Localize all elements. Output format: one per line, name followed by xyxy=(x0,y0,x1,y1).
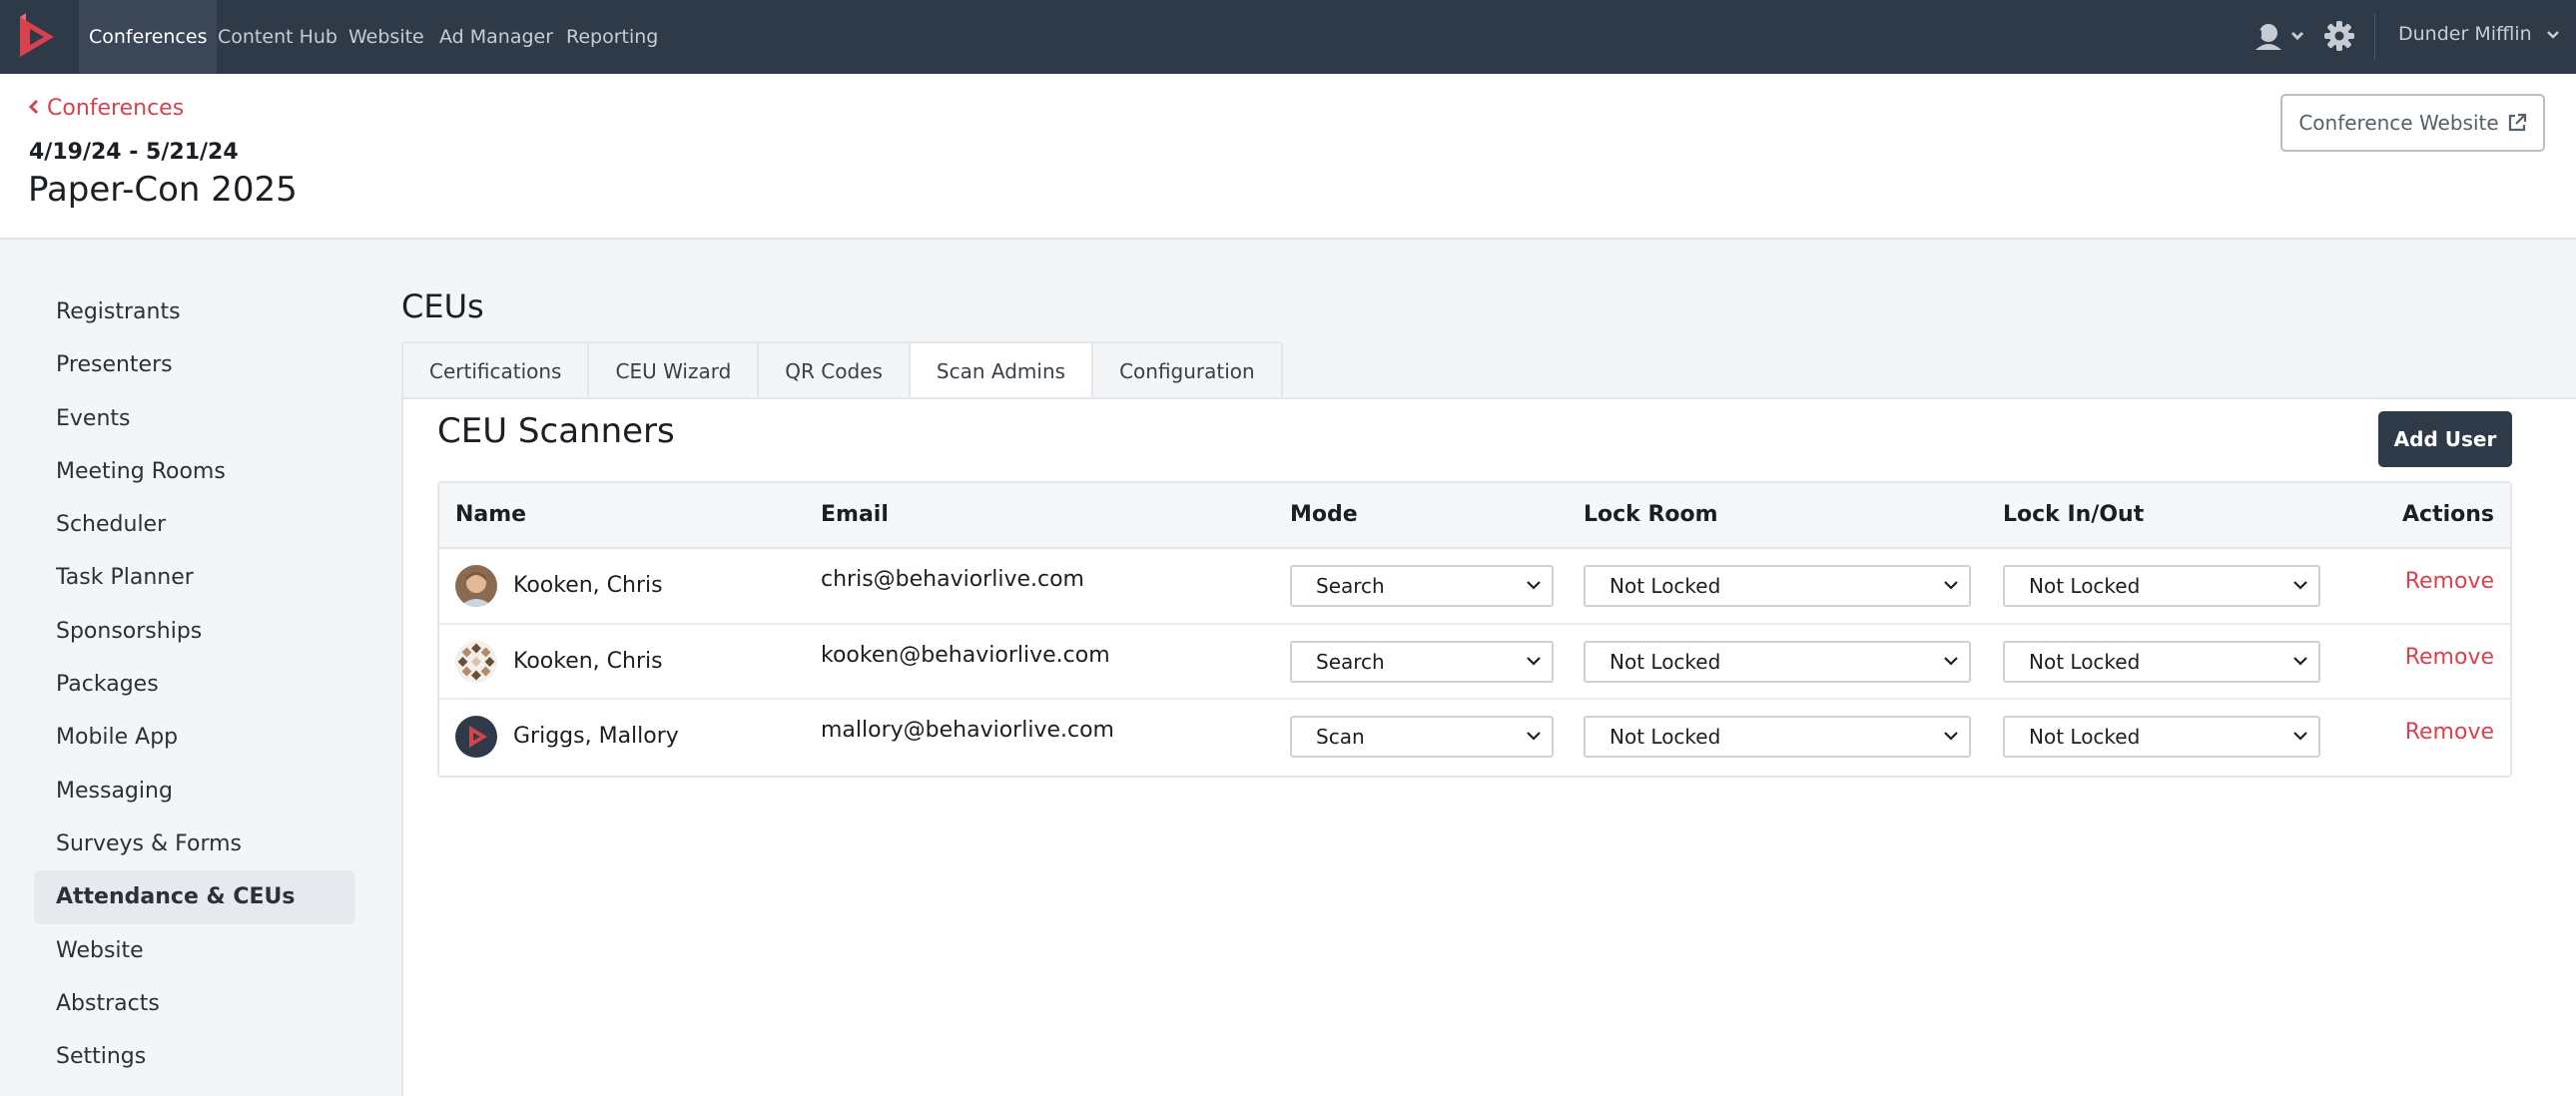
chevron-down-icon xyxy=(1527,656,1541,666)
lock-inout-select[interactable]: Not Locked xyxy=(2003,640,2320,683)
mode-select-value: Search xyxy=(1316,649,1385,674)
tab-configuration[interactable]: Configuration xyxy=(1091,341,1283,399)
conference-website-label: Conference Website xyxy=(2298,111,2499,135)
gear-icon[interactable] xyxy=(2322,19,2356,53)
chevron-down-icon xyxy=(1944,581,1958,590)
top-nav: Conferences Content Hub Website Ad Manag… xyxy=(0,0,2576,74)
column-header-mode[interactable]: Mode xyxy=(1290,483,1358,547)
sidebar-item-mobile-app[interactable]: Mobile App xyxy=(34,711,355,764)
cell-name: Griggs, Mallory xyxy=(513,724,679,749)
sidebar-item-sponsorships[interactable]: Sponsorships xyxy=(34,605,355,658)
avatar xyxy=(455,640,497,683)
lock-inout-select[interactable]: Not Locked xyxy=(2003,565,2320,607)
sidebar-item-task-planner[interactable]: Task Planner xyxy=(34,551,355,604)
scanners-table: Name Email Mode Lock Room Lock In/Out Ac… xyxy=(437,481,2512,778)
table-row: Kooken, Chris chris@behaviorlive.com Sea… xyxy=(439,549,2510,625)
remove-button[interactable]: Remove xyxy=(2405,549,2494,615)
lock-room-select[interactable]: Not Locked xyxy=(1584,565,1971,607)
lock-room-select-value: Not Locked xyxy=(1610,725,1721,749)
column-header-email[interactable]: Email xyxy=(821,483,889,547)
sidebar-item-abstracts[interactable]: Abstracts xyxy=(34,977,355,1030)
column-header-name[interactable]: Name xyxy=(455,483,526,547)
mode-select-value: Scan xyxy=(1316,725,1365,749)
chevron-down-icon xyxy=(1944,732,1958,741)
mode-select-value: Search xyxy=(1316,574,1385,598)
cell-email: kooken@behaviorlive.com xyxy=(821,642,1110,668)
tab-scan-admins[interactable]: Scan Admins xyxy=(908,341,1092,399)
tab-ceu-wizard[interactable]: CEU Wizard xyxy=(587,341,758,399)
lock-inout-select[interactable]: Not Locked xyxy=(2003,716,2320,758)
column-header-lock-inout[interactable]: Lock In/Out xyxy=(2003,483,2144,547)
sidebar-item-settings[interactable]: Settings xyxy=(34,1030,355,1083)
nav-ad-manager[interactable]: Ad Manager xyxy=(439,0,553,74)
conference-website-button[interactable]: Conference Website xyxy=(2280,94,2545,152)
chevron-down-icon xyxy=(1944,656,1958,666)
chevron-down-icon xyxy=(2293,581,2307,590)
table-header: Name Email Mode Lock Room Lock In/Out Ac… xyxy=(439,483,2510,549)
page-title: Paper-Con 2025 xyxy=(28,170,298,210)
section-title: CEUs xyxy=(401,287,484,325)
back-link-label: Conferences xyxy=(47,96,185,121)
lock-room-select-value: Not Locked xyxy=(1610,574,1721,598)
external-link-icon xyxy=(2508,113,2526,132)
sidebar-item-scheduler[interactable]: Scheduler xyxy=(34,498,355,551)
sidebar-item-messaging[interactable]: Messaging xyxy=(34,765,355,818)
tab-certifications[interactable]: Certifications xyxy=(401,341,588,399)
chevron-left-icon xyxy=(28,99,39,115)
tab-qr-codes[interactable]: QR Codes xyxy=(757,341,909,399)
sidebar-item-events[interactable]: Events xyxy=(34,392,355,445)
user-menu[interactable]: Dunder Mifflin xyxy=(2398,0,2560,68)
lock-inout-select-value: Not Locked xyxy=(2029,649,2141,674)
lock-inout-select-value: Not Locked xyxy=(2029,574,2141,598)
sidebar-item-registrants[interactable]: Registrants xyxy=(34,285,355,338)
nav-conferences[interactable]: Conferences xyxy=(79,0,218,74)
sidebar-item-packages[interactable]: Packages xyxy=(34,658,355,711)
cell-email: chris@behaviorlive.com xyxy=(821,567,1084,592)
sidebar-item-presenters[interactable]: Presenters xyxy=(34,338,355,391)
avatar xyxy=(455,716,497,758)
table-row: Kooken, Chris kooken@behaviorlive.com Se… xyxy=(439,625,2510,700)
ceu-tabs: Certifications CEU Wizard QR Codes Scan … xyxy=(401,341,1283,399)
user-name: Dunder Mifflin xyxy=(2398,23,2532,45)
lock-inout-select-value: Not Locked xyxy=(2029,725,2141,749)
mode-select[interactable]: Search xyxy=(1290,640,1554,683)
column-header-actions: Actions xyxy=(2402,502,2494,527)
nav-content-hub[interactable]: Content Hub xyxy=(218,0,337,74)
chevron-down-icon xyxy=(2293,732,2307,741)
mode-select[interactable]: Scan xyxy=(1290,716,1554,758)
lock-room-select-value: Not Locked xyxy=(1610,649,1721,674)
back-to-conferences-link[interactable]: Conferences xyxy=(28,96,184,121)
remove-button[interactable]: Remove xyxy=(2405,625,2494,691)
column-header-lock-room[interactable]: Lock Room xyxy=(1584,483,1718,547)
nav-divider xyxy=(2374,14,2375,60)
sidebar-nav: Registrants Presenters Events Meeting Ro… xyxy=(34,285,355,1083)
chevron-down-icon xyxy=(2546,31,2559,39)
sidebar-item-attendance-ceus[interactable]: Attendance & CEUs xyxy=(34,870,355,924)
sidebar-item-website[interactable]: Website xyxy=(34,924,355,977)
add-user-button[interactable]: Add User xyxy=(2378,411,2512,467)
chevron-down-icon xyxy=(2293,656,2307,666)
sidebar-item-meeting-rooms[interactable]: Meeting Rooms xyxy=(34,445,355,498)
cell-name: Kooken, Chris xyxy=(513,573,663,598)
support-agent-icon[interactable] xyxy=(2253,20,2306,52)
cell-email: mallory@behaviorlive.com xyxy=(821,718,1114,743)
avatar xyxy=(455,565,497,607)
mode-select[interactable]: Search xyxy=(1290,565,1554,607)
conference-date-range: 4/19/24 - 5/21/24 xyxy=(29,140,239,165)
panel-title: CEU Scanners xyxy=(437,411,675,451)
lock-room-select[interactable]: Not Locked xyxy=(1584,716,1971,758)
scan-admins-panel: CEU Scanners Add User Name Email Mode Lo… xyxy=(401,397,2576,1096)
table-row: Griggs, Mallory mallory@behaviorlive.com… xyxy=(439,700,2510,776)
sidebar-item-surveys-forms[interactable]: Surveys & Forms xyxy=(34,818,355,870)
chevron-down-icon xyxy=(1527,732,1541,741)
page-header: Conferences 4/19/24 - 5/21/24 Paper-Con … xyxy=(0,74,2576,240)
chevron-down-icon xyxy=(1527,581,1541,590)
cell-name: Kooken, Chris xyxy=(513,648,663,674)
nav-website[interactable]: Website xyxy=(348,0,424,74)
nav-reporting[interactable]: Reporting xyxy=(566,0,658,74)
remove-button[interactable]: Remove xyxy=(2405,700,2494,766)
brand-logo-icon[interactable] xyxy=(14,11,60,63)
lock-room-select[interactable]: Not Locked xyxy=(1584,640,1971,683)
